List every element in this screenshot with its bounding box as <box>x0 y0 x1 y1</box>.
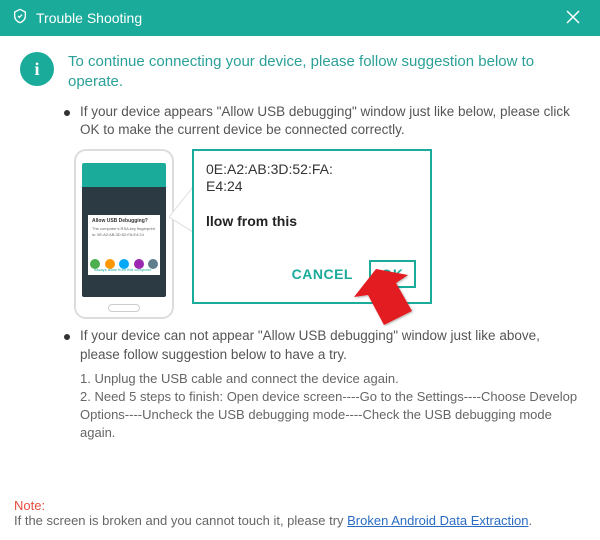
bullet-1: If your device appears "Allow USB debugg… <box>64 103 580 139</box>
phone-popup-body: The computer's RSA key fingerprint is: 0… <box>92 226 156 236</box>
mac-line-1: 0E:A2:AB:3D:52:FA: <box>206 161 418 178</box>
phone-home-button <box>108 304 140 312</box>
bullet-2-text: If your device can not appear "Allow USB… <box>80 327 580 363</box>
mac-line-2: E4:24 <box>206 178 418 195</box>
info-icon: i <box>20 52 54 86</box>
phone-mockup: Allow USB Debugging? The computer's RSA … <box>74 149 174 319</box>
bullet-1-text: If your device appears "Allow USB debugg… <box>80 103 580 139</box>
app-icon <box>90 259 100 269</box>
dialog-buttons: CANCEL OK <box>292 260 416 288</box>
titlebar: Trouble Shooting <box>0 0 600 36</box>
app-icon <box>105 259 115 269</box>
step-2: 2. Need 5 steps to finish: Open device s… <box>80 388 580 443</box>
ok-button[interactable]: OK <box>369 260 416 288</box>
title-left: Trouble Shooting <box>12 8 142 29</box>
illustration: Allow USB Debugging? The computer's RSA … <box>74 149 454 319</box>
intro-row: i To continue connecting your device, pl… <box>20 52 580 91</box>
app-icon <box>148 259 158 269</box>
allow-text: llow from this <box>206 213 418 229</box>
bullet-2: If your device can not appear "Allow USB… <box>64 327 580 363</box>
shield-icon <box>12 8 28 29</box>
close-button[interactable] <box>558 4 588 33</box>
content-area: i To continue connecting your device, pl… <box>0 36 600 451</box>
intro-text: To continue connecting your device, plea… <box>68 52 580 91</box>
note-text: If the screen is broken and you cannot t… <box>14 513 347 528</box>
app-icon <box>119 259 129 269</box>
cancel-button[interactable]: CANCEL <box>292 266 353 282</box>
phone-dock-icons <box>90 259 158 269</box>
phone-popup-title: Allow USB Debugging? <box>92 218 156 224</box>
window-title: Trouble Shooting <box>36 10 142 26</box>
note-section: Note: If the screen is broken and you ca… <box>14 498 586 528</box>
app-icon <box>134 259 144 269</box>
broken-android-link[interactable]: Broken Android Data Extraction <box>347 513 528 528</box>
bullet-dot-icon <box>64 110 70 116</box>
note-label: Note: <box>14 498 586 513</box>
note-period: . <box>529 513 533 528</box>
step-1: 1. Unplug the USB cable and connect the … <box>80 370 580 388</box>
phone-screen: Allow USB Debugging? The computer's RSA … <box>82 163 166 297</box>
usb-dialog: 0E:A2:AB:3D:52:FA: E4:24 llow from this … <box>192 149 432 304</box>
bullet-dot-icon <box>64 334 70 340</box>
